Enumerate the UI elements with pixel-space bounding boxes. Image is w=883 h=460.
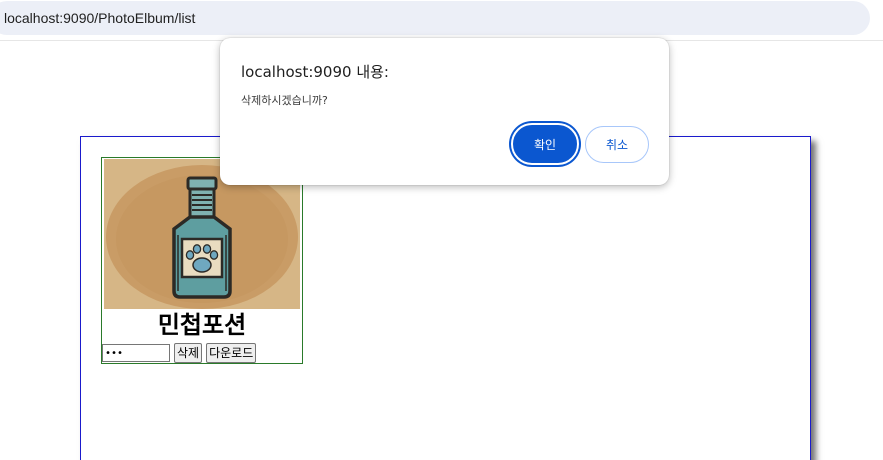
url-text: localhost:9090/PhotoElbum/list [4, 10, 196, 26]
ok-button-label: 확인 [533, 137, 557, 152]
photo-card: 민첩포션 삭제 다운로드 [101, 157, 303, 364]
photo-title: 민첩포션 [157, 311, 247, 339]
dialog-message: 삭제하시겠습니까? [241, 94, 328, 107]
dialog-title: localhost:9090 내용: [241, 63, 389, 81]
password-input[interactable] [102, 344, 170, 362]
cancel-button-label: 취소 [605, 138, 629, 152]
ok-button[interactable]: 확인 [511, 123, 579, 165]
cancel-button[interactable]: 취소 [585, 126, 649, 163]
photo-controls: 삭제 다운로드 [102, 343, 257, 363]
address-bar[interactable]: localhost:9090/PhotoElbum/list [0, 1, 870, 35]
delete-button[interactable]: 삭제 [174, 343, 203, 363]
download-button[interactable]: 다운로드 [206, 343, 257, 363]
confirm-dialog: localhost:9090 내용: 삭제하시겠습니까? 확인 취소 [220, 38, 669, 185]
